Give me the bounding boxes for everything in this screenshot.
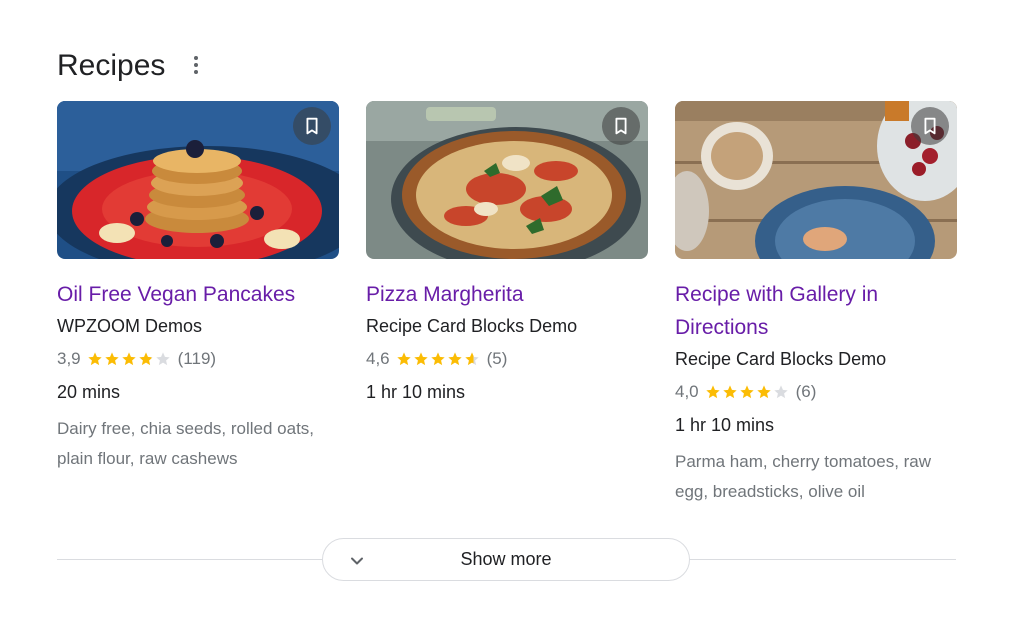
rating-value: 3,9 (57, 349, 81, 368)
star-icon (464, 352, 479, 366)
section-header: Recipes (57, 46, 165, 86)
star-icon (447, 352, 462, 366)
star-icon (413, 352, 428, 366)
recipe-thumbnail[interactable] (675, 101, 957, 259)
recipe-thumbnail[interactable] (57, 101, 339, 259)
star-rating (87, 351, 172, 367)
recipe-time: 1 hr 10 mins (366, 382, 466, 402)
recipe-title-link[interactable]: Recipe with Gallery in Directions (675, 278, 957, 344)
star-icon (722, 385, 737, 399)
review-count: (6) (795, 382, 817, 401)
section-title: Recipes (57, 49, 166, 82)
star-icon (756, 385, 771, 399)
star-icon (739, 385, 754, 399)
rating-value: 4,6 (366, 349, 390, 368)
recipe-rating: 4,6 (5) (366, 347, 648, 371)
star-icon (121, 352, 136, 366)
recipe-rating: 4,0 (6) (675, 380, 957, 404)
show-more-label: Show more (460, 549, 552, 569)
recipe-card[interactable]: Recipe with Gallery in Directions Recipe… (675, 101, 957, 507)
star-icon (430, 352, 445, 366)
bookmark-icon (919, 115, 941, 137)
bookmark-icon (301, 115, 323, 137)
rating-value: 4,0 (675, 382, 699, 401)
recipe-title-link[interactable]: Oil Free Vegan Pancakes (57, 278, 339, 311)
star-icon (773, 385, 788, 399)
show-more-button[interactable]: Show more (322, 538, 690, 581)
recipe-source: WPZOOM Demos (57, 316, 203, 336)
star-icon (138, 352, 153, 366)
recipe-time: 1 hr 10 mins (675, 415, 775, 435)
recipe-source: Recipe Card Blocks Demo (675, 349, 887, 369)
recipe-ingredients: Parma ham, cherry tomatoes, raw egg, bre… (675, 452, 932, 501)
recipe-ingredients: Dairy free, chia seeds, rolled oats, pla… (57, 419, 315, 468)
review-count: (119) (177, 349, 217, 368)
star-icon (396, 352, 411, 366)
bookmark-icon (610, 115, 632, 137)
star-rating (396, 351, 481, 367)
star-icon (155, 352, 170, 366)
recipe-title-link[interactable]: Pizza Margherita (366, 278, 648, 311)
recipe-source: Recipe Card Blocks Demo (366, 316, 578, 336)
recipe-rating: 3,9 (119) (57, 347, 339, 371)
more-vert-icon[interactable] (188, 56, 204, 76)
recipe-card[interactable]: Pizza Margherita Recipe Card Blocks Demo… (366, 101, 648, 414)
star-icon (87, 352, 102, 366)
recipe-thumbnail[interactable] (366, 101, 648, 259)
star-rating (705, 384, 790, 400)
bookmark-button[interactable] (911, 107, 949, 145)
bookmark-button[interactable] (602, 107, 640, 145)
review-count: (5) (486, 349, 508, 368)
recipe-card[interactable]: Oil Free Vegan Pancakes WPZOOM Demos 3,9… (57, 101, 339, 474)
star-icon (705, 385, 720, 399)
recipe-time: 20 mins (57, 382, 121, 402)
star-icon (104, 352, 119, 366)
bookmark-button[interactable] (293, 107, 331, 145)
